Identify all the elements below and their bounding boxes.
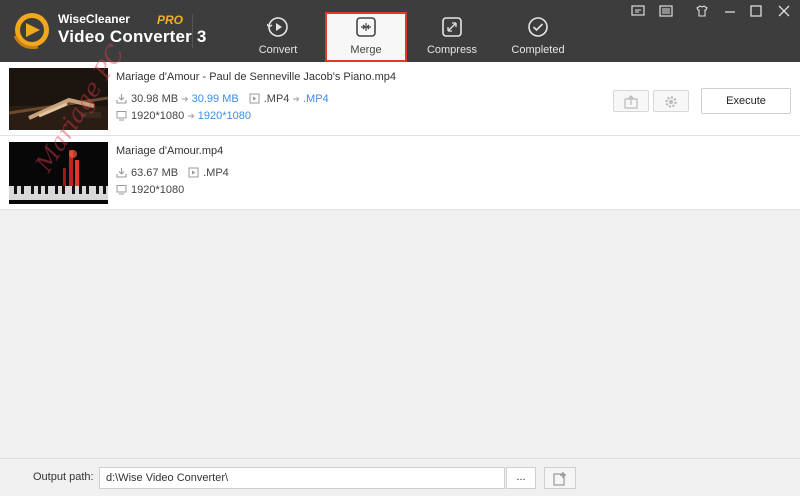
gear-icon [665, 96, 677, 108]
convert-icon [267, 17, 288, 37]
chat-icon[interactable] [630, 4, 646, 18]
tab-compress[interactable]: Compress [412, 12, 492, 62]
export-button[interactable] [613, 90, 649, 112]
resolution-value: 1920*1080 [131, 184, 185, 196]
file-name: Mariage d'Amour - Paul de Senneville Jac… [116, 71, 396, 83]
format-icon [249, 93, 260, 104]
resolution-to: 1920*1080 [197, 110, 252, 122]
file-meta-resolution: 1920*1080 [116, 184, 184, 198]
resolution-icon [116, 185, 127, 195]
format-icon [188, 167, 199, 178]
output-path-label: Output path: [33, 471, 94, 483]
size-to: 30.99 MB [191, 93, 239, 105]
tab-convert-label: Convert [258, 44, 298, 56]
execute-button[interactable]: Execute [701, 88, 791, 114]
tab-compress-label: Compress [426, 44, 478, 56]
close-icon[interactable] [776, 4, 792, 18]
app-logo-icon [13, 13, 49, 49]
menu-icon[interactable] [658, 4, 674, 18]
product-name: Video Converter 3 [58, 27, 207, 46]
tab-merge-label: Merge [350, 44, 382, 56]
output-path-field[interactable]: d:\Wise Video Converter\ [99, 467, 505, 489]
arrow-right-icon: ➜ [292, 94, 300, 104]
size-from: 30.98 MB [131, 93, 179, 105]
file-list: Mariage d'Amour - Paul de Senneville Jac… [0, 40, 800, 458]
size-icon [116, 168, 127, 178]
export-icon [624, 95, 638, 109]
file-name: Mariage d'Amour.mp4 [116, 145, 224, 157]
skin-icon[interactable] [694, 4, 710, 18]
merge-icon [356, 17, 376, 37]
settings-button[interactable] [653, 90, 689, 112]
compress-icon [442, 17, 462, 37]
tab-completed-label: Completed [511, 44, 565, 56]
browse-button[interactable]: ... [506, 467, 536, 489]
file-meta-size-format: 63.67 MB .MP4 [116, 167, 229, 181]
size-icon [116, 94, 127, 104]
file-meta-size-format: 30.98 MB ➜ 30.99 MB .MP4 ➜ .MP4 [116, 93, 329, 107]
arrow-right-icon: ➜ [187, 111, 195, 121]
tab-convert[interactable]: Convert [238, 12, 318, 62]
file-row[interactable]: Mariage d'Amour.mp4 63.67 MB .MP4 1920*10… [0, 136, 800, 210]
resolution-icon [116, 111, 127, 121]
open-folder-button[interactable] [544, 467, 576, 489]
brand-name: WiseCleaner [58, 12, 130, 26]
completed-icon [528, 17, 548, 37]
maximize-icon[interactable] [748, 4, 764, 18]
format-value: .MP4 [203, 167, 229, 179]
open-folder-icon [553, 472, 566, 486]
tab-completed[interactable]: Completed [498, 12, 578, 62]
format-from: .MP4 [263, 93, 290, 105]
format-to: .MP4 [302, 93, 329, 105]
edition-badge: PRO [157, 13, 184, 27]
footer-bar: Output path: d:\Wise Video Converter\ ..… [0, 458, 800, 496]
arrow-right-icon: ➜ [181, 94, 189, 104]
file-meta-resolution: 1920*1080 ➜ 1920*1080 [116, 110, 251, 124]
file-row[interactable]: Mariage d'Amour - Paul de Senneville Jac… [0, 62, 800, 136]
resolution-from: 1920*1080 [131, 110, 185, 122]
minimize-icon[interactable] [722, 4, 738, 18]
tab-merge[interactable]: Merge [325, 12, 407, 62]
title-divider [192, 14, 193, 48]
size-value: 63.67 MB [131, 167, 179, 179]
